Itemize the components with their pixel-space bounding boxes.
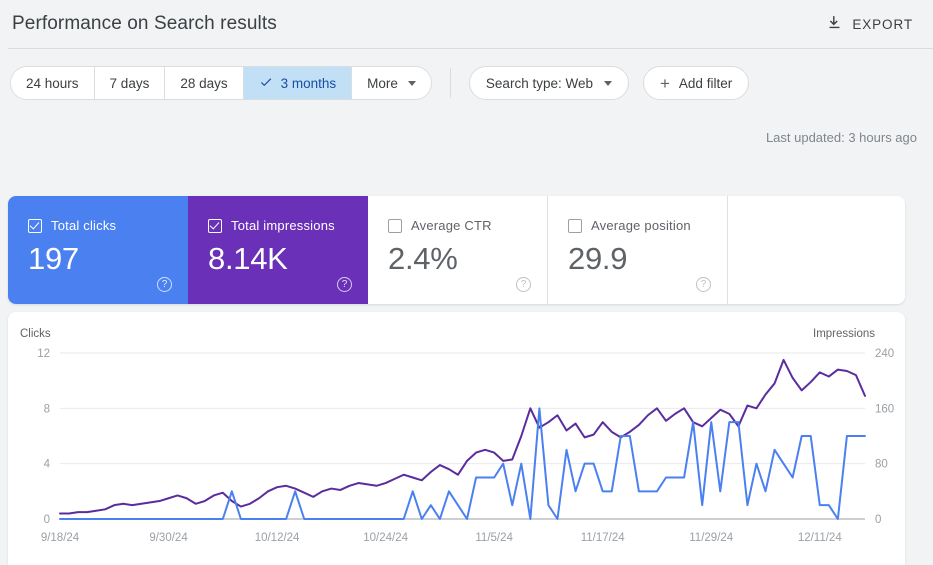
metric-card-average-ctr[interactable]: Average CTR 2.4% ? [368, 196, 548, 304]
help-icon[interactable]: ? [157, 277, 172, 292]
metric-card-average-position[interactable]: Average position 29.9 ? [548, 196, 728, 304]
help-icon[interactable]: ? [337, 277, 352, 292]
add-filter-button[interactable]: + Add filter [642, 66, 750, 100]
y2-axis-tick-label: 160 [875, 403, 894, 415]
checkbox-icon[interactable] [28, 218, 42, 233]
y-axis-tick-label: 0 [44, 514, 50, 526]
y2-axis-tick-label: 0 [875, 514, 881, 526]
date-range-24-hours[interactable]: 24 hours [11, 67, 95, 99]
y-axis-tick-label: 8 [44, 403, 50, 415]
date-range-label: 24 hours [26, 75, 79, 91]
metric-cards-spacer [728, 196, 905, 304]
help-icon[interactable]: ? [516, 277, 531, 292]
chevron-down-icon [407, 80, 416, 86]
metric-label: Total impressions [231, 218, 335, 233]
metric-value: 197 [28, 241, 79, 276]
metric-card-header: Average CTR [388, 218, 547, 233]
x-axis-tick-label: 9/18/24 [41, 532, 80, 544]
metric-card-total-impressions[interactable]: Total impressions 8.14K ? [188, 196, 368, 304]
metric-card-header: Total impressions [208, 218, 368, 233]
checkbox-icon[interactable] [208, 218, 222, 233]
date-range-label: 3 months [280, 75, 337, 91]
x-axis-tick-label: 12/11/24 [798, 532, 843, 544]
y2-axis-tick-label: 80 [875, 459, 888, 471]
metric-value: 2.4% [388, 241, 458, 276]
date-range-7-days[interactable]: 7 days [94, 67, 166, 99]
date-range-label: 28 days [180, 75, 228, 91]
metric-label: Average position [591, 218, 691, 233]
search-type-filter[interactable]: Search type: Web [468, 66, 629, 100]
export-label: EXPORT [852, 16, 913, 32]
page-header: Performance on Search results EXPORT [0, 0, 933, 48]
plus-icon: + [659, 73, 670, 93]
search-type-label: Search type: Web [485, 75, 593, 91]
filter-bar: 24 hours 7 days 28 days 3 months More Se… [0, 60, 933, 106]
page-title: Performance on Search results [12, 13, 277, 34]
x-axis-tick-label: 11/5/24 [475, 532, 513, 544]
help-icon[interactable]: ? [696, 277, 711, 292]
metric-label: Total clicks [51, 218, 117, 233]
date-range-more[interactable]: More [352, 67, 431, 99]
metric-label: Average CTR [411, 218, 492, 233]
metric-value: 29.9 [568, 241, 628, 276]
date-range-segmented-control: 24 hours 7 days 28 days 3 months More [10, 66, 432, 100]
x-axis-tick-label: 9/30/24 [149, 532, 188, 544]
date-range-28-days[interactable]: 28 days [165, 67, 244, 99]
y-axis-tick-label: 12 [37, 348, 50, 360]
export-button[interactable]: EXPORT [822, 8, 917, 40]
x-axis-tick-label: 10/12/24 [255, 532, 300, 544]
metric-value: 8.14K [208, 241, 288, 276]
checkbox-icon[interactable] [388, 218, 402, 233]
last-updated-text: Last updated: 3 hours ago [765, 130, 917, 145]
check-icon [259, 75, 273, 91]
filter-divider [449, 68, 451, 98]
date-range-3-months[interactable]: 3 months [243, 67, 353, 99]
date-range-label: 7 days [109, 75, 150, 91]
y2-axis-tick-label: 240 [875, 348, 894, 360]
x-axis-tick-label: 11/17/24 [581, 532, 626, 544]
performance-chart-panel: Clicks Impressions 0 0 4 80 8 160 12 240 9/18/24… [8, 312, 905, 565]
checkbox-icon[interactable] [568, 218, 582, 233]
chart-series-impressions [59, 358, 866, 515]
metric-card-header: Total clicks [28, 218, 188, 233]
chevron-down-icon [603, 80, 612, 86]
header-divider [8, 48, 933, 49]
x-axis-tick-label: 11/29/24 [689, 532, 734, 544]
date-range-label: More [367, 75, 398, 91]
y-axis-tick-label: 4 [44, 459, 51, 471]
metric-card-header: Average position [568, 218, 727, 233]
performance-page: Performance on Search results EXPORT 24 … [0, 0, 933, 565]
performance-line-chart[interactable]: 0 0 4 80 8 160 12 240 9/18/24 9/30/24 10/12/24 10/2… [8, 312, 905, 565]
x-axis-tick-label: 10/24/24 [363, 532, 408, 544]
metric-cards: Total clicks 197 ? Total impressions 8.1… [8, 196, 905, 304]
add-filter-label: Add filter [678, 75, 733, 91]
download-icon [826, 14, 843, 34]
metric-card-total-clicks[interactable]: Total clicks 197 ? [8, 196, 188, 304]
